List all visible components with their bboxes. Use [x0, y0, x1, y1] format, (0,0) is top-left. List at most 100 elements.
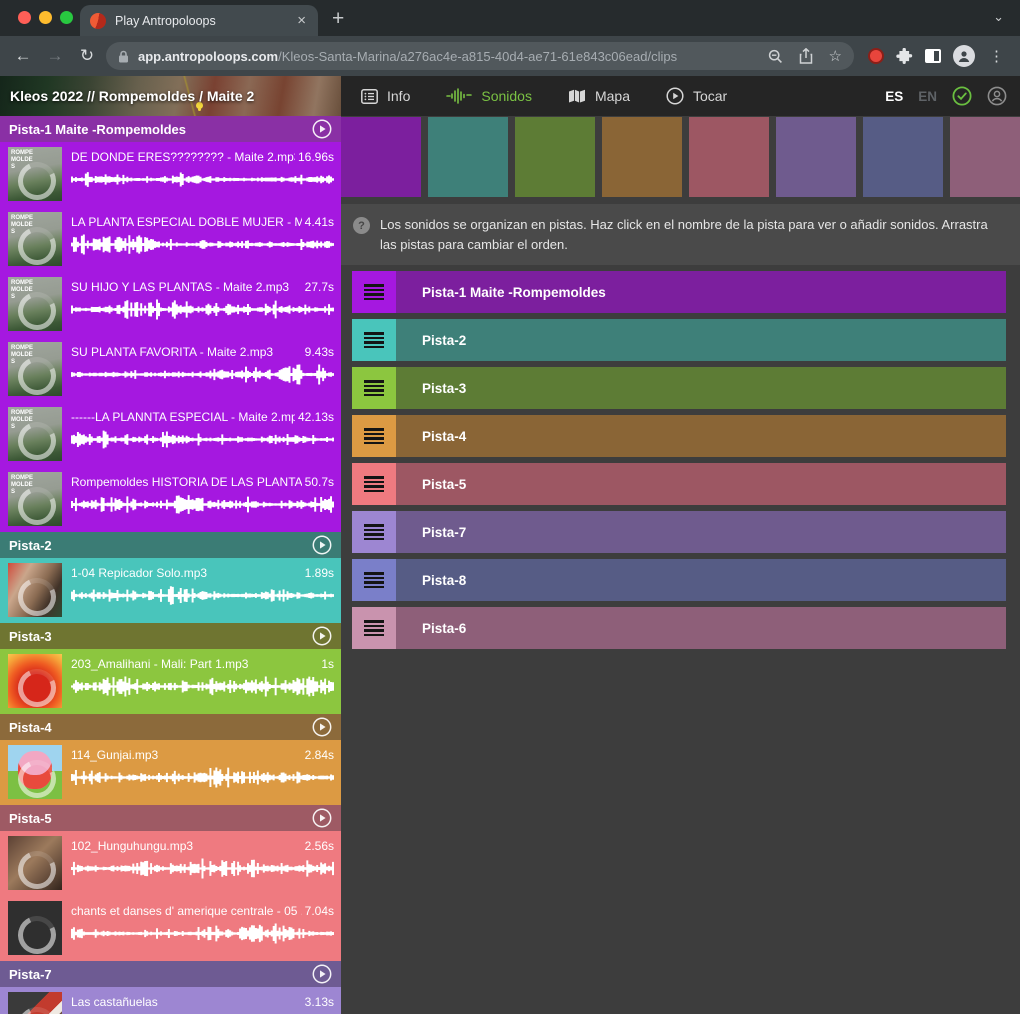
- track-name-bar[interactable]: Pista-8: [396, 559, 1006, 601]
- window-controls: [18, 11, 73, 24]
- track-drag-handle[interactable]: [352, 367, 396, 409]
- nav-item-mapa[interactable]: Mapa: [568, 88, 630, 104]
- sidebar-clip-list: 114_Gunjai.mp32.84s: [0, 740, 341, 805]
- browser-tab[interactable]: Play Antropoloops ×: [80, 5, 318, 36]
- track-name-bar[interactable]: Pista-3: [396, 367, 1006, 409]
- sidebar-track-header[interactable]: Pista-4: [0, 714, 341, 740]
- track-color-swatch: [689, 117, 769, 197]
- lang-es[interactable]: ES: [885, 89, 903, 104]
- clip-thumbnail: ROMPEMOLDES: [8, 277, 62, 331]
- extensions-puzzle-icon[interactable]: [896, 48, 913, 65]
- check-circle-icon[interactable]: [952, 86, 972, 106]
- track-color-swatch: [602, 117, 682, 197]
- track-drag-handle[interactable]: [352, 271, 396, 313]
- lang-en[interactable]: EN: [918, 89, 937, 104]
- window-zoom-button[interactable]: [60, 11, 73, 24]
- info-list-icon: [361, 89, 378, 104]
- track-drag-handle[interactable]: [352, 415, 396, 457]
- tab-close-icon[interactable]: ×: [295, 12, 308, 29]
- clip-item[interactable]: ROMPEMOLDESSU PLANTA FAVORITA - Maite 2.…: [0, 337, 341, 402]
- forward-button[interactable]: →: [42, 43, 68, 69]
- tab-search-chevron-icon[interactable]: ⌄: [993, 9, 1004, 25]
- clip-info: chants et danses d' amerique centrale - …: [71, 901, 334, 961]
- track-drag-handle[interactable]: [352, 607, 396, 649]
- clip-item[interactable]: 1-04 Repicador Solo.mp31.89s: [0, 558, 341, 623]
- clip-item[interactable]: 102_Hunguhungu.mp32.56s: [0, 831, 341, 896]
- nav-item-info[interactable]: Info: [361, 88, 410, 104]
- sidebar-track-header[interactable]: Pista-3: [0, 623, 341, 649]
- track-play-button[interactable]: [312, 535, 332, 555]
- sidebar-track-header[interactable]: Pista-5: [0, 805, 341, 831]
- track-name-bar[interactable]: Pista-4: [396, 415, 1006, 457]
- new-tab-button[interactable]: +: [332, 7, 344, 31]
- track-drag-handle[interactable]: [352, 511, 396, 553]
- toolbar-right-icons: ⋮: [860, 45, 1010, 67]
- track-play-button[interactable]: [312, 808, 332, 828]
- track-name-bar[interactable]: Pista-2: [396, 319, 1006, 361]
- track-name-bar[interactable]: Pista-5: [396, 463, 1006, 505]
- nav-item-tocar[interactable]: Tocar: [666, 87, 727, 105]
- window-minimize-button[interactable]: [39, 11, 52, 24]
- back-button[interactable]: ←: [10, 43, 36, 69]
- chrome-menu-icon[interactable]: ⋮: [987, 47, 1006, 65]
- track-name-bar[interactable]: Pista-6: [396, 607, 1006, 649]
- track-play-button[interactable]: [312, 964, 332, 984]
- drag-handle-bar-icon: [364, 437, 384, 440]
- profile-avatar[interactable]: [953, 45, 975, 67]
- clip-item[interactable]: ROMPEMOLDES ------LA PLANNTA ESPECIAL - M…: [0, 402, 341, 467]
- track-drag-handle[interactable]: [352, 559, 396, 601]
- track-name-label: Pista-8: [422, 573, 466, 588]
- share-icon[interactable]: [799, 48, 813, 64]
- clip-item[interactable]: 203_Amalihani - Mali: Part 1.mp31s: [0, 649, 341, 714]
- breadcrumb: Kleos 2022 // Rompemoldes / Maite 2: [0, 88, 254, 104]
- sidebar-track-header[interactable]: Pista-1 Maite -Rompemoldes: [0, 116, 341, 142]
- clip-info: 114_Gunjai.mp32.84s: [71, 745, 334, 805]
- clip-item[interactable]: ROMPEMOLDESDE DONDE ERES???????? - Maite…: [0, 142, 341, 207]
- track-play-button[interactable]: [312, 119, 332, 139]
- address-bar[interactable]: app.antropoloops.com/Kleos-Santa-Marina/…: [106, 42, 854, 70]
- clip-item[interactable]: ROMPEMOLDESSU HIJO Y LAS PLANTAS - Maite…: [0, 272, 341, 337]
- side-panel-icon[interactable]: [925, 49, 941, 63]
- window-close-button[interactable]: [18, 11, 31, 24]
- clip-duration: 42.13s: [298, 410, 334, 424]
- drag-handle-bar-icon: [364, 289, 384, 292]
- bookmark-star-icon[interactable]: ☆: [829, 47, 842, 65]
- track-drag-handle[interactable]: [352, 319, 396, 361]
- clip-item[interactable]: 114_Gunjai.mp32.84s: [0, 740, 341, 805]
- question-icon: ?: [353, 217, 370, 234]
- clip-item[interactable]: chants et danses d' amerique centrale - …: [0, 896, 341, 961]
- nav-item-sonidos[interactable]: Sonidos: [446, 88, 532, 104]
- track-name-label: Pista-3: [422, 381, 466, 396]
- sidebar-track-header[interactable]: Pista-2: [0, 532, 341, 558]
- tab-title: Play Antropoloops: [115, 14, 286, 28]
- sidebar-track-header[interactable]: Pista-7: [0, 961, 341, 987]
- drag-handle-bar-icon: [364, 428, 384, 431]
- drag-handle-bar-icon: [364, 332, 384, 335]
- track-color-swatch: [515, 117, 595, 197]
- drag-handle-bar-icon: [364, 293, 384, 296]
- track-drag-handle[interactable]: [352, 463, 396, 505]
- track-play-button[interactable]: [312, 626, 332, 646]
- thumb-label: ROMPEMOLDES: [11, 280, 35, 301]
- drag-handle-bar-icon: [364, 577, 384, 580]
- track-name-bar[interactable]: Pista-1 Maite -Rompemoldes: [396, 271, 1006, 313]
- url-text: app.antropoloops.com/Kleos-Santa-Marina/…: [138, 49, 677, 64]
- track-name-label: Pista-2: [422, 333, 466, 348]
- clip-duration: 27.7s: [305, 280, 334, 294]
- clip-waveform: [71, 923, 334, 944]
- clip-info: LA PLANTA ESPECIAL DOBLE MUJER - Mai...4…: [71, 212, 334, 272]
- clip-item[interactable]: ROMPEMOLDESLA PLANTA ESPECIAL DOBLE MUJE…: [0, 207, 341, 272]
- recording-extension-icon[interactable]: [868, 48, 884, 64]
- url-path: /Kleos-Santa-Marina/a276ac4e-a815-40d4-a…: [278, 49, 677, 64]
- map-preview[interactable]: Kleos 2022 // Rompemoldes / Maite 2: [0, 76, 341, 116]
- clip-item[interactable]: ROMPEMOLDESRompemoldes HISTORIA DE LAS P…: [0, 467, 341, 532]
- clip-name: ------LA PLANNTA ESPECIAL - Maite 2.mp3: [71, 410, 295, 424]
- clip-item[interactable]: Las castañuelas3.13s: [0, 987, 341, 1014]
- sidebar-track-section: Pista-7Las castañuelas3.13s: [0, 961, 341, 1014]
- track-name-bar[interactable]: Pista-7: [396, 511, 1006, 553]
- clip-thumbnail: ROMPEMOLDES: [8, 407, 62, 461]
- account-icon[interactable]: [987, 86, 1007, 106]
- zoom-icon[interactable]: [768, 49, 783, 64]
- track-play-button[interactable]: [312, 717, 332, 737]
- reload-button[interactable]: ↻: [74, 43, 100, 69]
